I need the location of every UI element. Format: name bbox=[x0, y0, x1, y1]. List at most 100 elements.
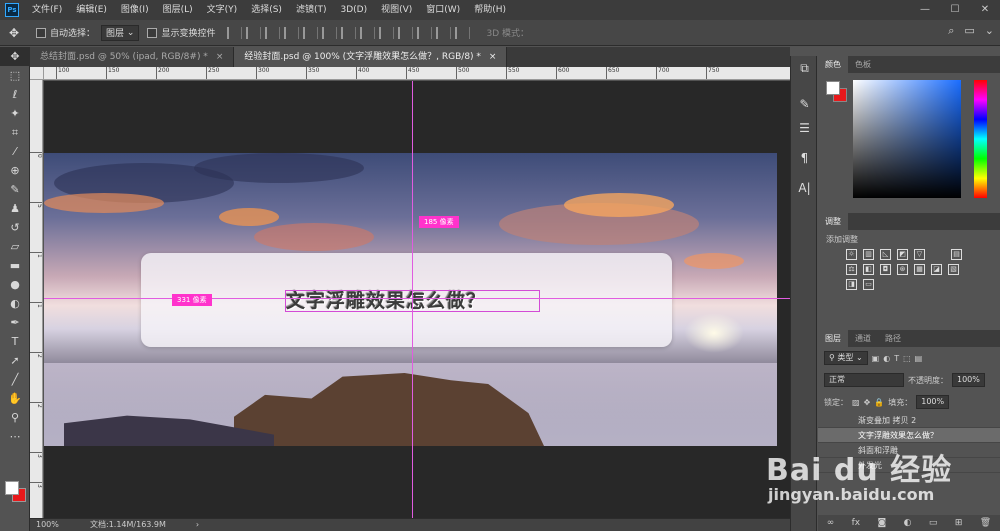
black-white-icon[interactable]: ◧ bbox=[863, 264, 874, 275]
align-left-icon[interactable] bbox=[284, 26, 300, 39]
adjustment-layer-icon[interactable]: ◐ bbox=[904, 518, 912, 528]
invert-icon[interactable]: ◪ bbox=[931, 264, 942, 275]
brush-settings-icon[interactable]: ✎ bbox=[791, 92, 818, 116]
distribute-top-icon[interactable] bbox=[341, 26, 357, 39]
crop-tool-icon[interactable]: ⌗ bbox=[0, 123, 30, 142]
trash-icon[interactable]: 🗑 bbox=[980, 518, 991, 528]
channel-mixer-icon[interactable]: ⊛ bbox=[897, 264, 908, 275]
menu-view[interactable]: 视图(V) bbox=[374, 0, 419, 20]
move-tool-icon[interactable]: ✥ bbox=[0, 26, 28, 40]
path-select-icon[interactable]: ➚ bbox=[0, 351, 30, 370]
align-hcenter-icon[interactable] bbox=[303, 26, 319, 39]
hue-saturation-icon[interactable]: ▤ bbox=[951, 249, 962, 260]
lock-position-icon[interactable]: ✥ bbox=[864, 398, 871, 407]
fill-input[interactable]: 100% bbox=[916, 395, 950, 409]
lock-all-icon[interactable]: 🔒 bbox=[874, 398, 884, 407]
filter-adjust-icon[interactable]: ◐ bbox=[883, 354, 890, 363]
doc-info[interactable]: 文档:1.14M/163.9M bbox=[70, 519, 166, 531]
zoom-tool-icon[interactable]: ⚲ bbox=[0, 408, 30, 427]
lock-pixels-icon[interactable]: ▨ bbox=[852, 398, 860, 407]
auto-align-icon[interactable] bbox=[455, 26, 471, 39]
show-transform-checkbox[interactable] bbox=[147, 27, 158, 38]
color-balance-icon[interactable]: ⚖ bbox=[846, 264, 857, 275]
filter-type-icon[interactable]: T bbox=[894, 354, 899, 363]
more-tools-icon[interactable]: ⋯ bbox=[0, 427, 30, 446]
exposure-icon[interactable]: ◩ bbox=[897, 249, 908, 260]
gradient-map-icon[interactable]: ▭ bbox=[863, 279, 874, 290]
blur-tool-icon[interactable]: ● bbox=[0, 275, 30, 294]
pen-tool-icon[interactable]: ✒ bbox=[0, 313, 30, 332]
menu-edit[interactable]: 编辑(E) bbox=[69, 0, 114, 20]
layer-item[interactable]: 渐变叠加 拷贝 2 bbox=[818, 413, 1000, 428]
layer-kind-filter[interactable]: ⚲ 类型 ⌄ bbox=[824, 351, 868, 365]
type-tool-icon[interactable]: T bbox=[0, 332, 30, 351]
brush-tool-icon[interactable]: ✎ bbox=[0, 180, 30, 199]
minimize-button[interactable]: — bbox=[910, 0, 940, 20]
lasso-tool-icon[interactable]: ℓ bbox=[0, 85, 30, 104]
blend-mode-select[interactable]: 正常 bbox=[824, 373, 904, 387]
tab-summary-cover[interactable]: 总结封面.psd @ 50% (ipad, RGB/8#) * × bbox=[30, 47, 235, 67]
new-layer-icon[interactable]: ⊞ bbox=[955, 518, 963, 528]
canvas-workspace[interactable]: 文字浮雕效果怎么做？ 185 像素 331 像素 bbox=[44, 81, 790, 518]
eyedropper-icon[interactable]: ⁄ bbox=[0, 142, 30, 161]
tab-swatches[interactable]: 色板 bbox=[848, 56, 878, 73]
opacity-input[interactable]: 100% bbox=[952, 373, 985, 387]
layer-effect[interactable]: 外发光 bbox=[818, 458, 1000, 473]
folder-icon[interactable]: ▭ bbox=[929, 518, 938, 528]
hand-tool-icon[interactable]: ✋ bbox=[0, 389, 30, 408]
levels-icon[interactable]: ▥ bbox=[863, 249, 874, 260]
mask-icon[interactable]: ◙ bbox=[878, 518, 887, 528]
color-lookup-icon[interactable]: ▦ bbox=[914, 264, 925, 275]
curves-icon[interactable]: ◺ bbox=[880, 249, 891, 260]
menu-file[interactable]: 文件(F) bbox=[25, 0, 69, 20]
distribute-right-icon[interactable] bbox=[436, 26, 452, 39]
align-vcenter-icon[interactable] bbox=[246, 26, 262, 39]
menu-layer[interactable]: 图层(L) bbox=[156, 0, 200, 20]
marquee-tool-icon[interactable]: ⬚ bbox=[0, 66, 30, 85]
align-bottom-icon[interactable] bbox=[265, 26, 281, 39]
distribute-vcenter-icon[interactable] bbox=[360, 26, 376, 39]
align-top-icon[interactable] bbox=[227, 26, 243, 39]
menu-select[interactable]: 选择(S) bbox=[244, 0, 289, 20]
distribute-hcenter-icon[interactable] bbox=[417, 26, 433, 39]
tab-layers[interactable]: 图层 bbox=[818, 330, 848, 347]
line-tool-icon[interactable]: ╱ bbox=[0, 370, 30, 389]
healing-brush-icon[interactable]: ⊕ bbox=[0, 161, 30, 180]
distribute-left-icon[interactable] bbox=[398, 26, 414, 39]
chevron-right-icon[interactable]: › bbox=[166, 519, 199, 531]
foreground-color-swatch[interactable] bbox=[5, 481, 19, 495]
workspace-icon[interactable]: ▭ bbox=[964, 24, 974, 38]
history-icon[interactable]: ⧉ bbox=[791, 56, 818, 80]
paragraph-icon[interactable]: ¶ bbox=[791, 146, 818, 170]
layer-effect[interactable]: 斜面和浮雕 bbox=[818, 443, 1000, 458]
vibrance-icon[interactable]: ▽ bbox=[914, 249, 925, 260]
menu-help[interactable]: 帮助(H) bbox=[467, 0, 513, 20]
hue-slider[interactable] bbox=[974, 80, 987, 198]
menu-filter[interactable]: 滤镜(T) bbox=[289, 0, 334, 20]
adjust-sliders-icon[interactable]: ☰ bbox=[791, 116, 818, 140]
ruler-vertical[interactable]: 0 5 1 1 2 2 3 3 bbox=[30, 80, 43, 518]
layer-item-selected[interactable]: 文字浮雕效果怎么做？ bbox=[818, 428, 1000, 443]
posterize-icon[interactable]: ▧ bbox=[948, 264, 959, 275]
filter-smart-icon[interactable]: ▤ bbox=[915, 354, 923, 363]
move-tool-icon[interactable]: ✥ bbox=[0, 47, 30, 66]
filter-shape-icon[interactable]: ⬚ bbox=[903, 354, 911, 363]
distribute-bottom-icon[interactable] bbox=[379, 26, 395, 39]
search-icon[interactable]: ⌕ bbox=[948, 24, 954, 38]
align-right-icon[interactable] bbox=[322, 26, 338, 39]
link-icon[interactable]: ∞ bbox=[827, 518, 835, 528]
close-icon[interactable]: × bbox=[216, 52, 224, 62]
auto-select-checkbox[interactable] bbox=[36, 27, 46, 38]
stamp-tool-icon[interactable]: ♟ bbox=[0, 199, 30, 218]
photo-filter-icon[interactable]: ◘ bbox=[880, 264, 891, 275]
menu-image[interactable]: 图像(I) bbox=[114, 0, 156, 20]
menu-window[interactable]: 窗口(W) bbox=[419, 0, 467, 20]
close-window-button[interactable]: ✕ bbox=[970, 0, 1000, 20]
ruler-origin[interactable] bbox=[30, 67, 44, 80]
tab-adjustments[interactable]: 调整 bbox=[818, 213, 848, 230]
tab-color[interactable]: 颜色 bbox=[818, 56, 848, 73]
tab-paths[interactable]: 路径 bbox=[878, 330, 908, 347]
zoom-level[interactable]: 100% bbox=[30, 519, 70, 531]
tab-experience-cover[interactable]: 经验封面.psd @ 100% (文字浮雕效果怎么做？, RGB/8) * × bbox=[234, 47, 508, 67]
auto-select-dropdown[interactable]: 图层 ⌄ bbox=[101, 24, 140, 41]
